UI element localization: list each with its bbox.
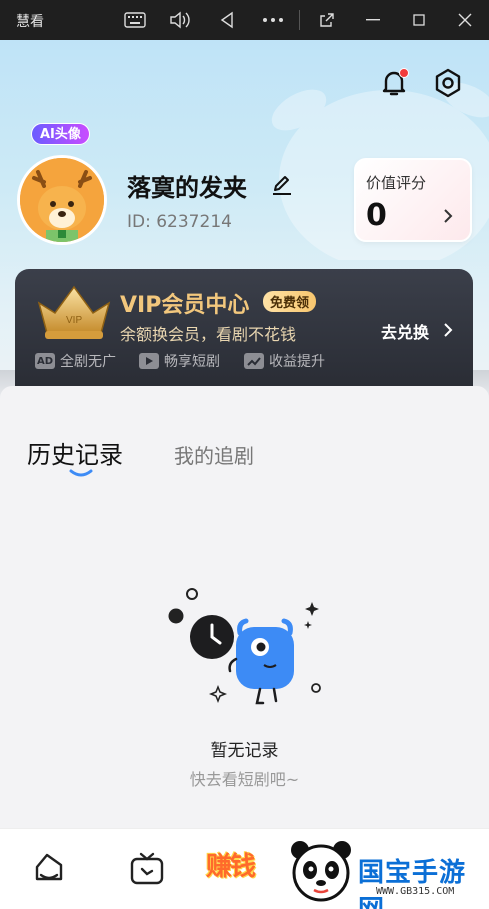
more-icon[interactable]	[258, 6, 288, 34]
redeem-button[interactable]: 去兑换	[381, 319, 429, 343]
gold-crown-icon: VIP	[37, 285, 111, 339]
watermark-text: 国宝手游网	[358, 858, 467, 909]
minimize-icon[interactable]	[358, 6, 388, 34]
perk-label: 畅享短剧	[164, 354, 220, 370]
vip-subtitle: 余额换会员，看剧不花钱	[120, 325, 297, 344]
empty-state-title: 暂无记录	[210, 741, 279, 761]
edit-pencil-icon[interactable]	[270, 172, 294, 196]
perk-label: 收益提升	[269, 354, 325, 370]
home-icon[interactable]	[29, 849, 69, 889]
trend-icon	[244, 353, 264, 369]
empty-state-subtitle: 快去看短剧吧~	[189, 770, 300, 789]
app-title: 慧看	[16, 14, 44, 30]
popout-icon[interactable]	[312, 6, 342, 34]
keyboard-icon[interactable]	[120, 6, 150, 34]
notification-dot	[399, 68, 409, 78]
score-value: 0	[366, 198, 387, 233]
value-score-card[interactable]: 价值评分 0	[354, 158, 472, 242]
perk-no-ads: AD 全剧无广	[35, 351, 116, 371]
back-icon[interactable]	[212, 6, 242, 34]
tv-theater-icon[interactable]	[127, 849, 167, 889]
tab-following[interactable]: 我的追剧	[174, 440, 254, 469]
watermark-url: WWW.GB315.COM	[376, 886, 455, 897]
earn-money-tab[interactable]: 赚钱	[206, 846, 256, 883]
vip-free-tag[interactable]: 免费领	[263, 291, 317, 312]
panda-logo-icon	[291, 841, 351, 902]
tab-history[interactable]: 历史记录	[27, 435, 123, 470]
score-label: 价值评分	[366, 174, 427, 192]
titlebar-divider	[299, 10, 300, 30]
svg-text:VIP: VIP	[66, 315, 82, 326]
chevron-right-icon	[444, 209, 453, 223]
window-titlebar: 慧看	[0, 0, 489, 40]
user-nickname: 落寞的发夹	[127, 174, 247, 202]
play-icon	[139, 353, 159, 369]
empty-state-illustration	[168, 588, 321, 705]
perk-income-boost: 收益提升	[244, 351, 325, 371]
ad-icon: AD	[35, 353, 55, 369]
volume-icon[interactable]	[165, 6, 195, 34]
chevron-right-icon	[444, 323, 453, 337]
perk-label: 全剧无广	[60, 354, 116, 370]
close-icon[interactable]	[450, 6, 480, 34]
active-tab-indicator	[69, 469, 93, 477]
vip-member-card[interactable]: VIP VIP会员中心 免费领 余额换会员，看剧不花钱 去兑换 AD 全剧无广 …	[15, 269, 473, 386]
perk-short-drama: 畅享短剧	[139, 351, 220, 371]
settings-gear-icon[interactable]	[432, 67, 464, 99]
user-id: ID: 6237214	[127, 212, 232, 232]
maximize-icon[interactable]	[404, 6, 434, 34]
avatar[interactable]	[17, 155, 107, 245]
ai-avatar-badge[interactable]: AI头像	[31, 123, 90, 145]
vip-title: VIP会员中心	[120, 293, 250, 318]
